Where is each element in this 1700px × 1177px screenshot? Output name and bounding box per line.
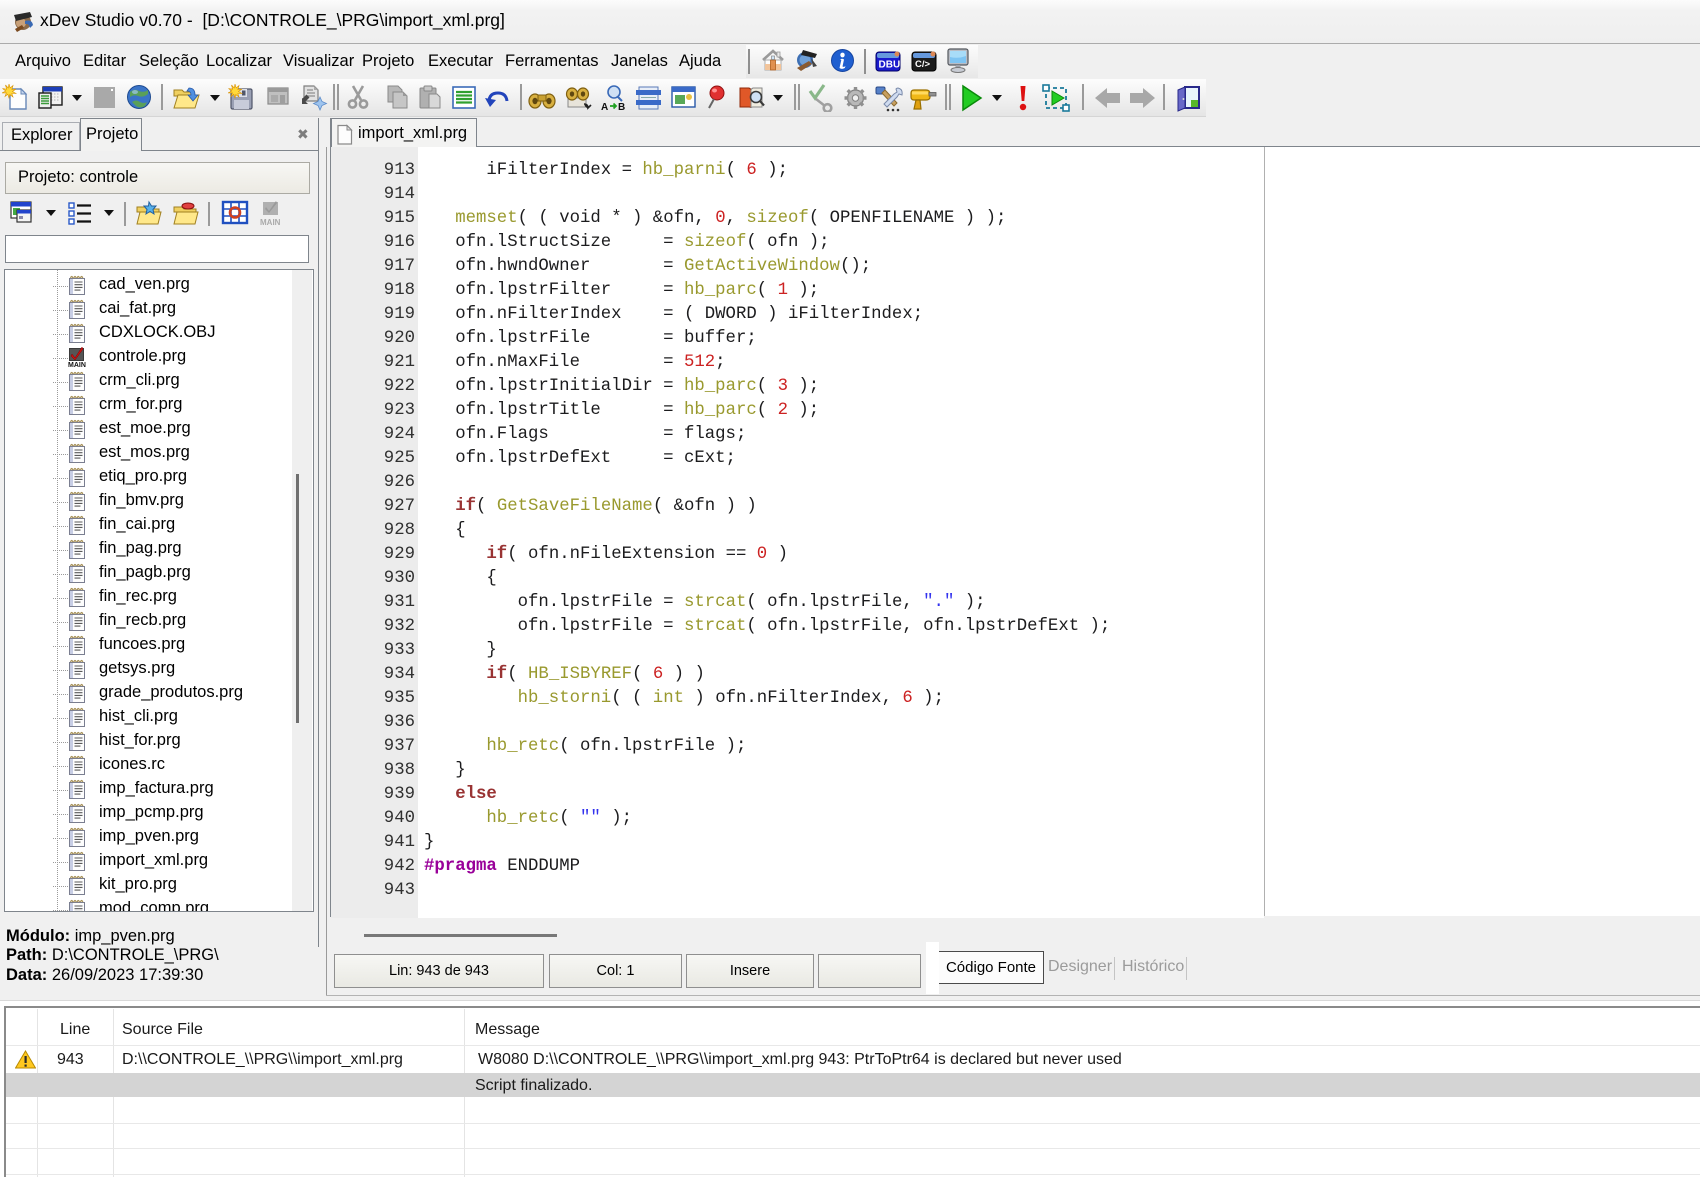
svg-text:MAIN: MAIN (260, 218, 281, 227)
svg-text:C/>: C/> (915, 59, 931, 70)
svg-text:DBU: DBU (879, 60, 901, 71)
svg-text:B: B (618, 102, 625, 112)
svg-text:MAIN: MAIN (68, 362, 86, 368)
svg-text:A: A (601, 102, 608, 112)
